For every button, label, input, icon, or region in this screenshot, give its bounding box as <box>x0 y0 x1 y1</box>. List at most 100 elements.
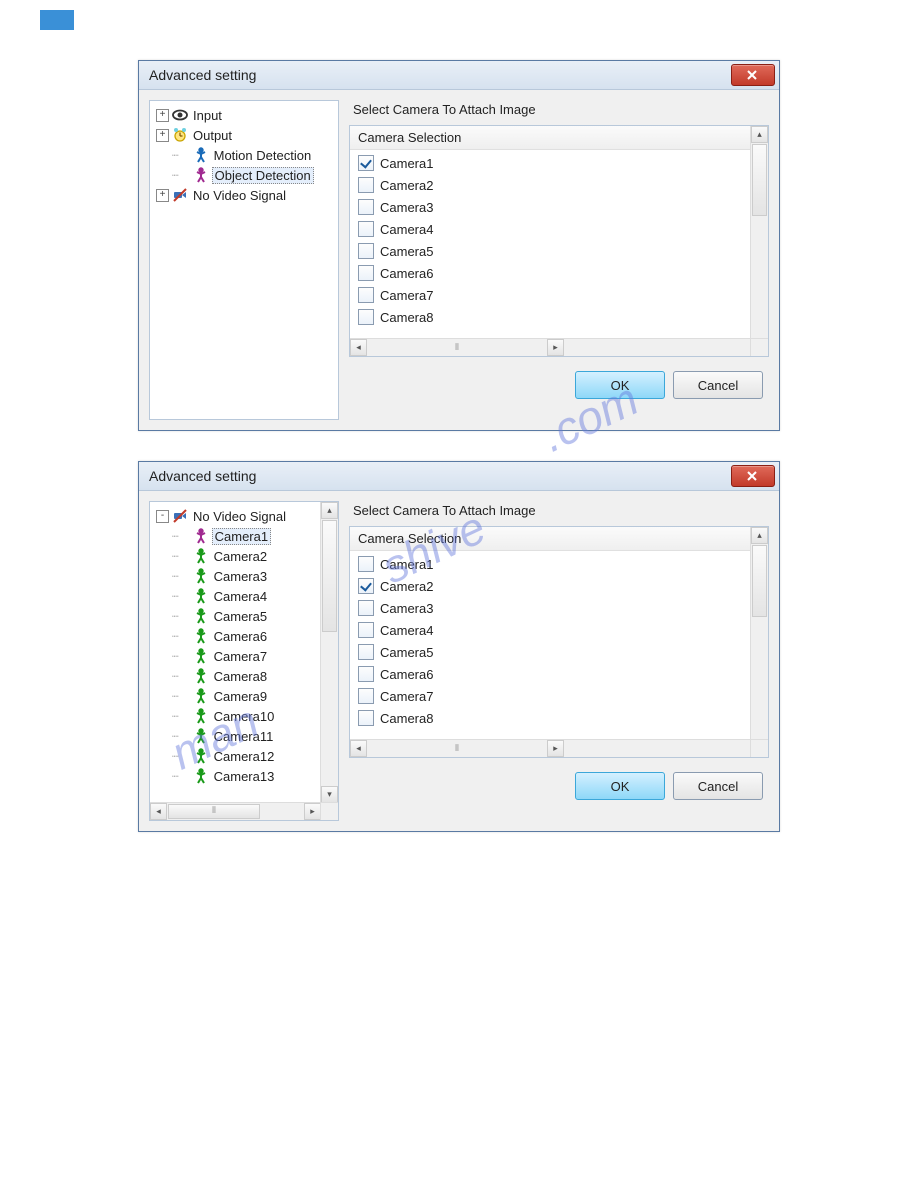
list-item-label: Camera1 <box>380 156 433 171</box>
scrollbar-horizontal[interactable]: ◂⦀▸ <box>150 802 321 820</box>
camera-checkbox[interactable] <box>358 177 374 193</box>
list-item[interactable]: Camera1 <box>350 152 750 174</box>
person-icon <box>193 668 209 684</box>
camera-checkbox[interactable] <box>358 199 374 215</box>
list-item[interactable]: Camera4 <box>350 619 750 641</box>
list-item[interactable]: Camera5 <box>350 240 750 262</box>
scroll-right-icon[interactable]: ▸ <box>547 740 564 757</box>
scrollbar-vertical[interactable]: ▴▾ <box>750 527 768 757</box>
person-icon <box>193 768 209 784</box>
list-item[interactable]: Camera8 <box>350 707 750 729</box>
list-item[interactable]: Camera4 <box>350 218 750 240</box>
camera-checkbox[interactable] <box>358 309 374 325</box>
tree-item[interactable]: ┈Camera12 <box>152 746 338 766</box>
camera-checkbox[interactable] <box>358 688 374 704</box>
right-panel: Select Camera To Attach ImageCamera Sele… <box>349 501 769 821</box>
tree-expander[interactable]: + <box>156 129 169 142</box>
tree-branch-icon: ┈ <box>172 610 178 623</box>
tree-item[interactable]: ┈Object Detection <box>152 165 336 185</box>
list-item[interactable]: Camera8 <box>350 306 750 328</box>
scrollbar-horizontal[interactable]: ◂⦀▸ <box>350 739 750 757</box>
camera-checkbox[interactable] <box>358 644 374 660</box>
scroll-down-icon[interactable]: ▾ <box>321 786 338 803</box>
camera-checkbox[interactable] <box>358 578 374 594</box>
tree-branch-icon: ┈ <box>172 590 178 603</box>
tree-item[interactable]: ┈Motion Detection <box>152 145 336 165</box>
camera-checkbox[interactable] <box>358 287 374 303</box>
list-item[interactable]: Camera7 <box>350 685 750 707</box>
scrollbar-vertical[interactable]: ▴▾ <box>320 502 338 803</box>
tree-item[interactable]: +Input <box>152 105 336 125</box>
person-icon <box>193 167 209 183</box>
scroll-up-icon[interactable]: ▴ <box>751 527 768 544</box>
cancel-button[interactable]: Cancel <box>673 772 763 800</box>
close-button[interactable] <box>731 465 775 487</box>
list-item[interactable]: Camera7 <box>350 284 750 306</box>
camera-checkbox[interactable] <box>358 221 374 237</box>
list-item[interactable]: Camera5 <box>350 641 750 663</box>
tree-expander[interactable]: + <box>156 109 169 122</box>
scroll-up-icon[interactable]: ▴ <box>321 502 338 519</box>
list-item-label: Camera4 <box>380 623 433 638</box>
list-item[interactable]: Camera3 <box>350 196 750 218</box>
scrollbar-thumb[interactable] <box>752 545 767 617</box>
scroll-up-icon[interactable]: ▴ <box>751 126 768 143</box>
titlebar[interactable]: Advanced setting <box>139 61 779 90</box>
tree-item[interactable]: ┈Camera7 <box>152 646 338 666</box>
list-item[interactable]: Camera3 <box>350 597 750 619</box>
camera-checkbox[interactable] <box>358 622 374 638</box>
person-icon <box>193 568 209 584</box>
tree-item[interactable]: ┈Camera9 <box>152 686 338 706</box>
scroll-right-icon[interactable]: ▸ <box>304 803 321 820</box>
tree-item[interactable]: ┈Camera11 <box>152 726 338 746</box>
tree-item-label: Object Detection <box>212 167 314 184</box>
list-item[interactable]: Camera2 <box>350 575 750 597</box>
list-item[interactable]: Camera6 <box>350 262 750 284</box>
cancel-button[interactable]: Cancel <box>673 371 763 399</box>
scrollbar-vertical[interactable]: ▴▾ <box>750 126 768 356</box>
tree-branch-icon: ┈ <box>172 690 178 703</box>
ok-button[interactable]: OK <box>575 371 665 399</box>
tree-branch-icon: ┈ <box>172 730 178 743</box>
right-panel: Select Camera To Attach ImageCamera Sele… <box>349 100 769 420</box>
camera-checkbox[interactable] <box>358 155 374 171</box>
scroll-left-icon[interactable]: ◂ <box>350 339 367 356</box>
tree-panel: -No Video Signal┈Camera1┈Camera2┈Camera3… <box>149 501 339 821</box>
close-button[interactable] <box>731 64 775 86</box>
ok-button[interactable]: OK <box>575 772 665 800</box>
camera-checkbox[interactable] <box>358 710 374 726</box>
scrollbar-thumb[interactable] <box>322 520 337 632</box>
tree-item[interactable]: ┈Camera1 <box>152 526 338 546</box>
list-item[interactable]: Camera1 <box>350 553 750 575</box>
scroll-left-icon[interactable]: ◂ <box>350 740 367 757</box>
scroll-left-icon[interactable]: ◂ <box>150 803 167 820</box>
titlebar[interactable]: Advanced setting <box>139 462 779 491</box>
camera-checkbox[interactable] <box>358 265 374 281</box>
camera-checkbox[interactable] <box>358 556 374 572</box>
tree-item[interactable]: ┈Camera4 <box>152 586 338 606</box>
list-item[interactable]: Camera6 <box>350 663 750 685</box>
tree-item[interactable]: +Output <box>152 125 336 145</box>
scrollbar-thumb[interactable] <box>752 144 767 216</box>
tree-item[interactable]: ┈Camera3 <box>152 566 338 586</box>
camera-checkbox[interactable] <box>358 600 374 616</box>
list-header[interactable]: Camera Selection <box>350 126 750 150</box>
list-item-label: Camera2 <box>380 579 433 594</box>
tree-item[interactable]: ┈Camera13 <box>152 766 338 786</box>
camera-checkbox[interactable] <box>358 243 374 259</box>
list-item[interactable]: Camera2 <box>350 174 750 196</box>
tree-item[interactable]: ┈Camera5 <box>152 606 338 626</box>
tree-item[interactable]: ┈Camera6 <box>152 626 338 646</box>
tree-item[interactable]: ┈Camera2 <box>152 546 338 566</box>
tree-item[interactable]: ┈Camera8 <box>152 666 338 686</box>
scroll-right-icon[interactable]: ▸ <box>547 339 564 356</box>
list-header[interactable]: Camera Selection <box>350 527 750 551</box>
scrollbar-horizontal[interactable]: ◂⦀▸ <box>350 338 750 356</box>
tree-item[interactable]: ┈Camera10 <box>152 706 338 726</box>
button-row: OK Cancel <box>349 758 769 812</box>
tree-expander[interactable]: - <box>156 510 169 523</box>
tree-item[interactable]: -No Video Signal <box>152 506 338 526</box>
tree-expander[interactable]: + <box>156 189 169 202</box>
camera-checkbox[interactable] <box>358 666 374 682</box>
tree-item[interactable]: +No Video Signal <box>152 185 336 205</box>
